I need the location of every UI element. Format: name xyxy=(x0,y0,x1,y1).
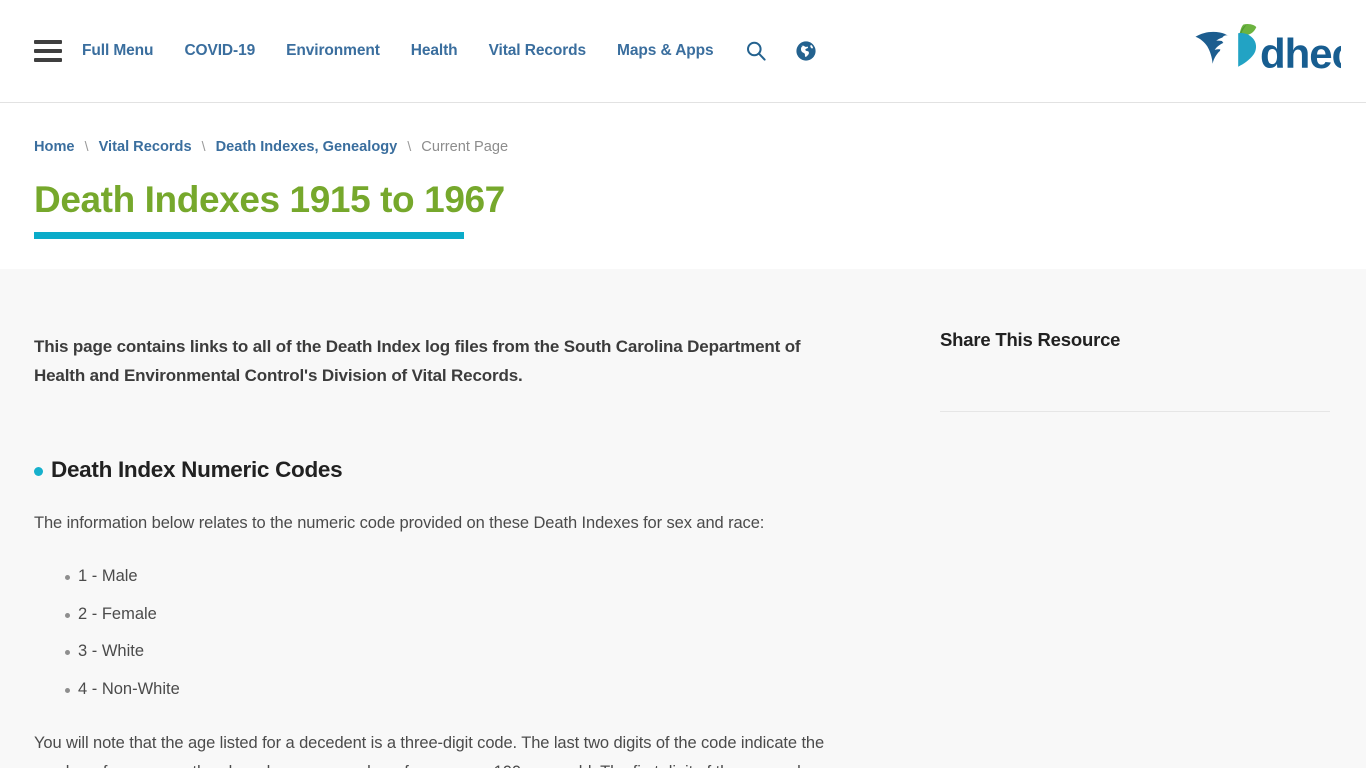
section-heading-death-index-numeric-codes: Death Index Numeric Codes xyxy=(34,457,900,483)
globe-icon xyxy=(795,41,816,61)
page-title: Death Indexes 1915 to 1967 xyxy=(34,178,505,220)
breadcrumb-separator: \ xyxy=(84,138,89,154)
list-item: 1 - Male xyxy=(34,558,900,596)
primary-navigation: Full Menu COVID-19 Environment Health Vi… xyxy=(34,0,817,102)
breadcrumb-item-vital-records[interactable]: Vital Records xyxy=(99,139,192,155)
breadcrumb-item-home[interactable]: Home xyxy=(34,139,75,155)
bullet-dot-icon xyxy=(34,466,43,476)
list-item: 4 - Non-White xyxy=(34,671,900,709)
page-title-block: Home \ Vital Records \ Death Indexes, Ge… xyxy=(0,103,1366,269)
hamburger-bar xyxy=(34,49,62,53)
title-underline-rule xyxy=(34,232,464,240)
search-button[interactable] xyxy=(745,40,767,62)
sidebar: Share This Resource xyxy=(900,269,1366,768)
sidebar-divider xyxy=(940,411,1330,412)
section-intro-paragraph: The information below relates to the num… xyxy=(34,514,765,532)
main-region: This page contains links to all of the D… xyxy=(0,269,1366,768)
hamburger-bar xyxy=(34,40,62,44)
main-content-column: This page contains links to all of the D… xyxy=(0,269,900,768)
svg-text:dhec: dhec xyxy=(1260,30,1341,77)
hamburger-bar xyxy=(34,58,62,62)
breadcrumb-separator: \ xyxy=(201,138,206,154)
breadcrumb-separator: \ xyxy=(407,138,412,154)
breadcrumb-item-current-page: Current Page xyxy=(421,139,509,155)
site-header: Full Menu COVID-19 Environment Health Vi… xyxy=(0,0,1366,103)
section-heading-label: Death Index Numeric Codes xyxy=(51,457,343,482)
search-icon xyxy=(746,41,766,61)
nav-item-vital-records[interactable]: Vital Records xyxy=(489,42,587,60)
nav-item-environment[interactable]: Environment xyxy=(286,42,380,60)
nav-item-health[interactable]: Health xyxy=(411,42,458,60)
breadcrumb: Home \ Vital Records \ Death Indexes, Ge… xyxy=(34,139,1332,155)
dhec-logo-icon: dhec xyxy=(1195,24,1341,77)
hamburger-menu-icon[interactable] xyxy=(34,40,62,62)
language-globe-button[interactable] xyxy=(795,40,817,62)
age-code-note-paragraph: You will note that the age listed for a … xyxy=(34,734,825,768)
nav-item-maps-and-apps[interactable]: Maps & Apps xyxy=(617,42,714,60)
list-item: 2 - Female xyxy=(34,596,900,634)
intro-paragraph: This page contains links to all of the D… xyxy=(34,337,801,385)
breadcrumb-item-death-indexes-genealogy[interactable]: Death Indexes, Genealogy xyxy=(216,139,398,155)
share-this-resource-heading: Share This Resource xyxy=(940,329,1121,350)
list-item: 3 - White xyxy=(34,633,900,671)
dhec-logo[interactable]: dhec xyxy=(1191,20,1341,82)
nav-item-full-menu[interactable]: Full Menu xyxy=(82,42,154,60)
nav-item-covid-19[interactable]: COVID-19 xyxy=(184,42,255,60)
numeric-codes-list: 1 - Male 2 - Female 3 - White 4 - Non-Wh… xyxy=(34,558,900,708)
